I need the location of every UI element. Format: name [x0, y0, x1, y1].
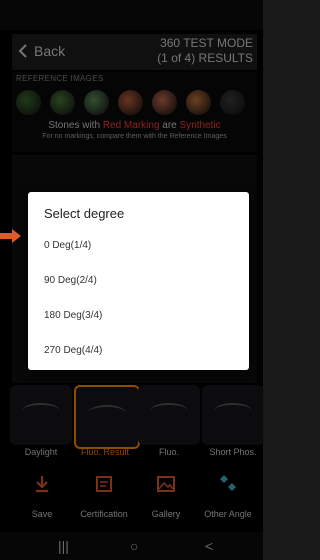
- dialog-title: Select degree: [44, 206, 125, 221]
- app-screen: Back 360 TEST MODE (1 of 4) RESULTS REFE…: [0, 0, 264, 560]
- option-180-deg[interactable]: 180 Deg(3/4): [44, 310, 102, 321]
- select-degree-dialog: Select degree 0 Deg(1/4) 90 Deg(2/4) 180…: [28, 192, 249, 370]
- option-270-deg[interactable]: 270 Deg(4/4): [44, 345, 102, 356]
- option-0-deg[interactable]: 0 Deg(1/4): [44, 240, 91, 251]
- option-90-deg[interactable]: 90 Deg(2/4): [44, 275, 97, 286]
- edge-arrow-icon: [0, 229, 21, 243]
